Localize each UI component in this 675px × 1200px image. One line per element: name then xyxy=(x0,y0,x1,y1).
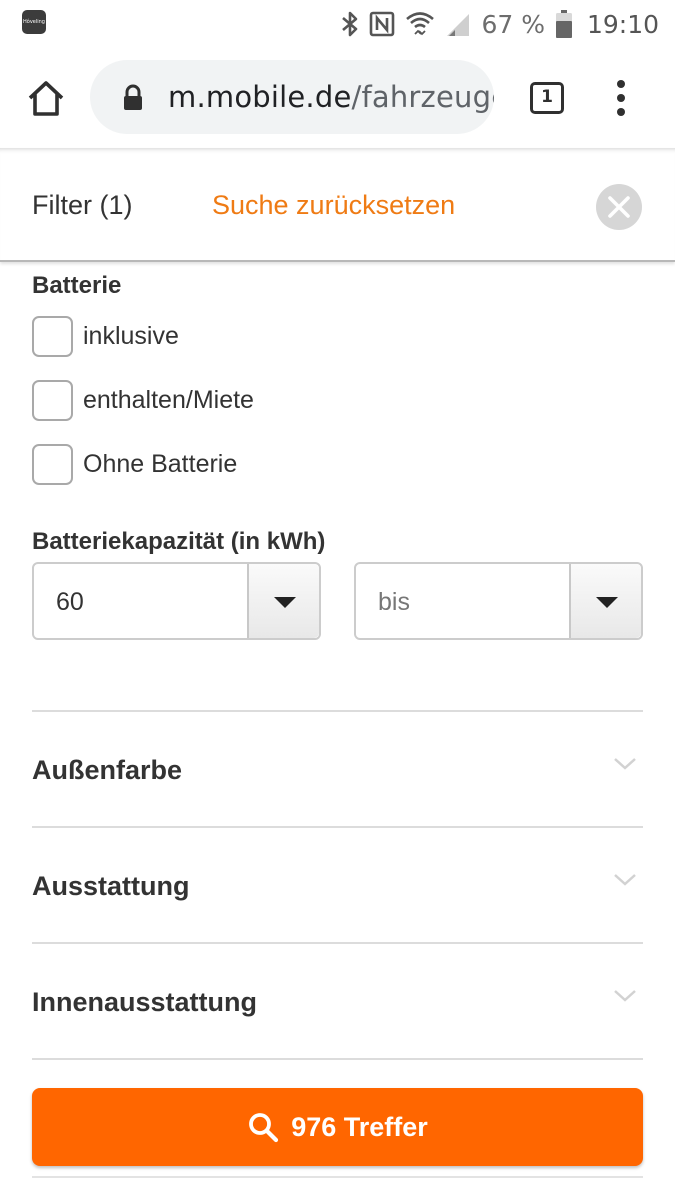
results-count-label: 976 Treffer xyxy=(291,1111,428,1142)
home-icon xyxy=(28,81,64,116)
search-icon xyxy=(249,1113,279,1143)
signal-icon xyxy=(445,10,471,38)
checkbox[interactable] xyxy=(32,379,73,421)
app-notification-icon: Hôveling xyxy=(22,10,46,34)
divider xyxy=(32,1176,643,1178)
url-text[interactable]: m.mobile.de/fahrzeuge xyxy=(168,80,494,114)
lock-icon xyxy=(124,84,142,110)
nfc-icon xyxy=(369,11,395,37)
divider xyxy=(32,826,643,828)
close-filter-button[interactable] xyxy=(596,184,642,230)
filter-header: Filter (1) Suche zurücksetzen xyxy=(0,148,675,262)
chevron-down-icon xyxy=(614,874,636,886)
wifi-icon xyxy=(405,10,435,38)
clock: 19:10 xyxy=(586,9,659,39)
divider xyxy=(32,1058,643,1060)
status-icons: 67 % 19:10 xyxy=(341,6,659,42)
capacity-from-dropdown-button[interactable] xyxy=(247,564,319,638)
capacity-to-dropdown-button[interactable] xyxy=(569,564,641,638)
chevron-down-icon xyxy=(596,597,618,608)
checkbox-label: inklusive xyxy=(83,321,179,350)
battery-section-title: Batterie xyxy=(32,272,122,299)
checkbox-label: enthalten/Miete xyxy=(83,385,254,414)
reset-search-link[interactable]: Suche zurücksetzen xyxy=(212,190,455,221)
battery-option-ohne[interactable]: Ohne Batterie xyxy=(32,443,237,485)
menu-dot-icon xyxy=(617,108,625,116)
battery-icon xyxy=(555,9,573,39)
chevron-down-icon xyxy=(274,597,296,608)
status-bar: Hôveling 67 % 19:10 xyxy=(0,0,675,48)
tab-switcher-button[interactable]: 1 xyxy=(530,82,564,114)
filter-title: Filter (1) xyxy=(32,190,133,220)
battery-percent: 67 % xyxy=(481,9,545,39)
divider xyxy=(32,942,643,944)
menu-dot-icon xyxy=(617,80,625,88)
url-path: /fahrzeuge xyxy=(351,80,495,114)
checkbox-label: Ohne Batterie xyxy=(83,449,238,478)
capacity-to-placeholder: bis xyxy=(378,588,410,616)
chevron-down-icon xyxy=(614,990,636,1002)
accordion-innenausstattung[interactable]: Innenausstattung xyxy=(32,945,643,1059)
overflow-menu-button[interactable] xyxy=(612,80,632,116)
battery-option-inklusive[interactable]: inklusive xyxy=(32,315,179,357)
chevron-down-icon xyxy=(614,758,636,770)
home-button[interactable] xyxy=(24,76,68,120)
close-icon xyxy=(608,196,630,218)
checkbox[interactable] xyxy=(32,443,73,485)
browser-toolbar: m.mobile.de/fahrzeuge 1 xyxy=(0,48,675,148)
url-domain: m.mobile.de xyxy=(168,80,352,114)
capacity-from-value: 60 xyxy=(56,588,84,616)
checkbox[interactable] xyxy=(32,315,73,357)
accordion-label: Außenfarbe xyxy=(32,755,183,785)
capacity-to-select[interactable]: bis xyxy=(354,562,643,640)
capacity-from-select[interactable]: 60 xyxy=(32,562,321,640)
capacity-section-title: Batteriekapazität (in kWh) xyxy=(32,528,326,555)
url-bar[interactable]: m.mobile.de/fahrzeuge xyxy=(90,60,494,134)
battery-option-miete[interactable]: enthalten/Miete xyxy=(32,379,254,421)
accordion-aussenfarbe[interactable]: Außenfarbe xyxy=(32,713,643,827)
accordion-ausstattung[interactable]: Ausstattung xyxy=(32,829,643,943)
accordion-label: Ausstattung xyxy=(32,871,190,901)
divider xyxy=(32,710,643,712)
menu-dot-icon xyxy=(617,94,625,102)
accordion-label: Innenausstattung xyxy=(32,987,258,1017)
show-results-button[interactable]: 976 Treffer xyxy=(32,1088,643,1166)
bluetooth-icon xyxy=(341,10,359,38)
